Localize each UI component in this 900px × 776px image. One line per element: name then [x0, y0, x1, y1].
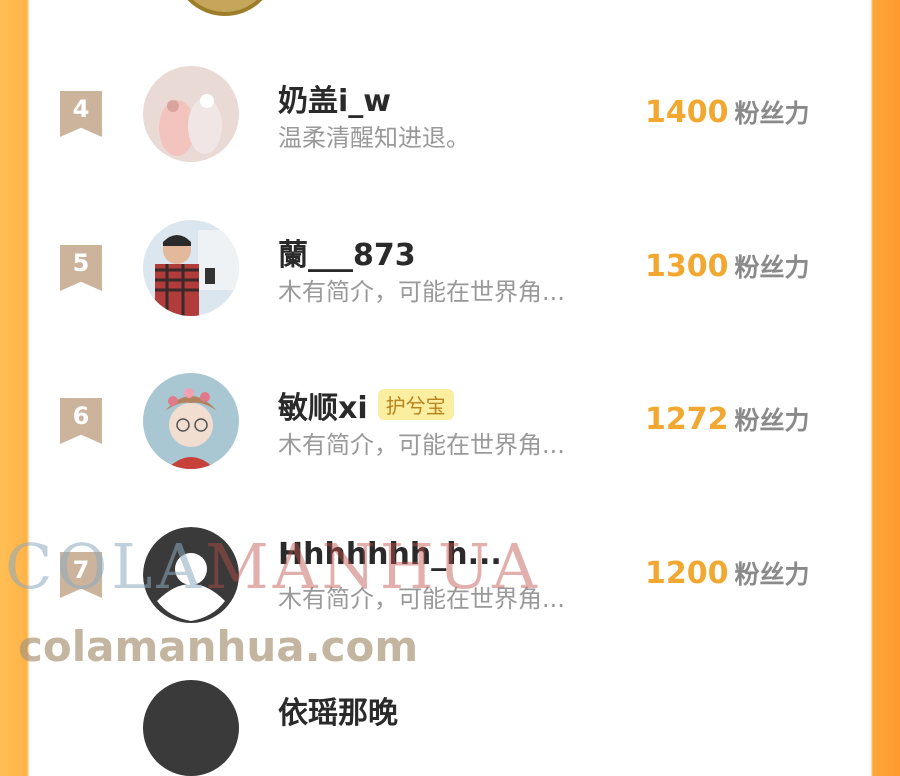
- score-value: 1200: [645, 556, 729, 591]
- rank-badge: 4: [60, 91, 102, 137]
- list-item[interactable]: 5 蘭___873 木有简介，可能在世界角... 1300 粉丝力: [30, 220, 870, 374]
- rank-badge: 6: [60, 398, 102, 444]
- avatar[interactable]: [143, 66, 239, 162]
- avatar-rank-3-partial[interactable]: [173, 0, 277, 16]
- score-value: 1272: [645, 402, 729, 437]
- user-name[interactable]: 敏顺xi 护兮宝: [278, 383, 454, 427]
- fan-power-score: 1200 粉丝力: [645, 555, 810, 591]
- score-unit: 粉丝力: [734, 253, 810, 282]
- rank-badge: 5: [60, 245, 102, 291]
- fan-badge[interactable]: 护兮宝: [377, 389, 454, 420]
- score-unit: 粉丝力: [734, 560, 810, 589]
- list-item[interactable]: 6 敏顺xi 护兮宝 木有简介，可能在世界角... 1272 粉丝力: [30, 373, 870, 527]
- user-name[interactable]: 奶盖i_w: [278, 76, 391, 120]
- watermark-url: colamanhua.com: [18, 622, 419, 671]
- user-name[interactable]: 蘭___873: [278, 230, 416, 274]
- fan-power-score: 1400 粉丝力: [645, 94, 810, 130]
- fan-power-score: 1300 粉丝力: [645, 248, 810, 284]
- avatar[interactable]: [143, 373, 239, 469]
- fan-power-score: 1272 粉丝力: [645, 401, 810, 437]
- user-bio: 木有简介，可能在世界角...: [278, 431, 565, 459]
- avatar[interactable]: [143, 220, 239, 316]
- score-value: 1300: [645, 249, 729, 284]
- user-name-partial[interactable]: 依瑶那晚: [278, 688, 398, 732]
- score-value: 1400: [645, 95, 729, 130]
- user-bio: 木有简介，可能在世界角...: [278, 278, 565, 306]
- user-bio: 温柔清醒知进退。: [278, 124, 470, 152]
- list-item[interactable]: 4 奶盖i_w 温柔清醒知进退。 1400 粉丝力: [30, 66, 870, 220]
- watermark-logo: COLAMANHUA: [5, 530, 541, 603]
- score-unit: 粉丝力: [734, 99, 810, 128]
- score-unit: 粉丝力: [734, 406, 810, 435]
- avatar-rank-8-partial[interactable]: [143, 680, 239, 776]
